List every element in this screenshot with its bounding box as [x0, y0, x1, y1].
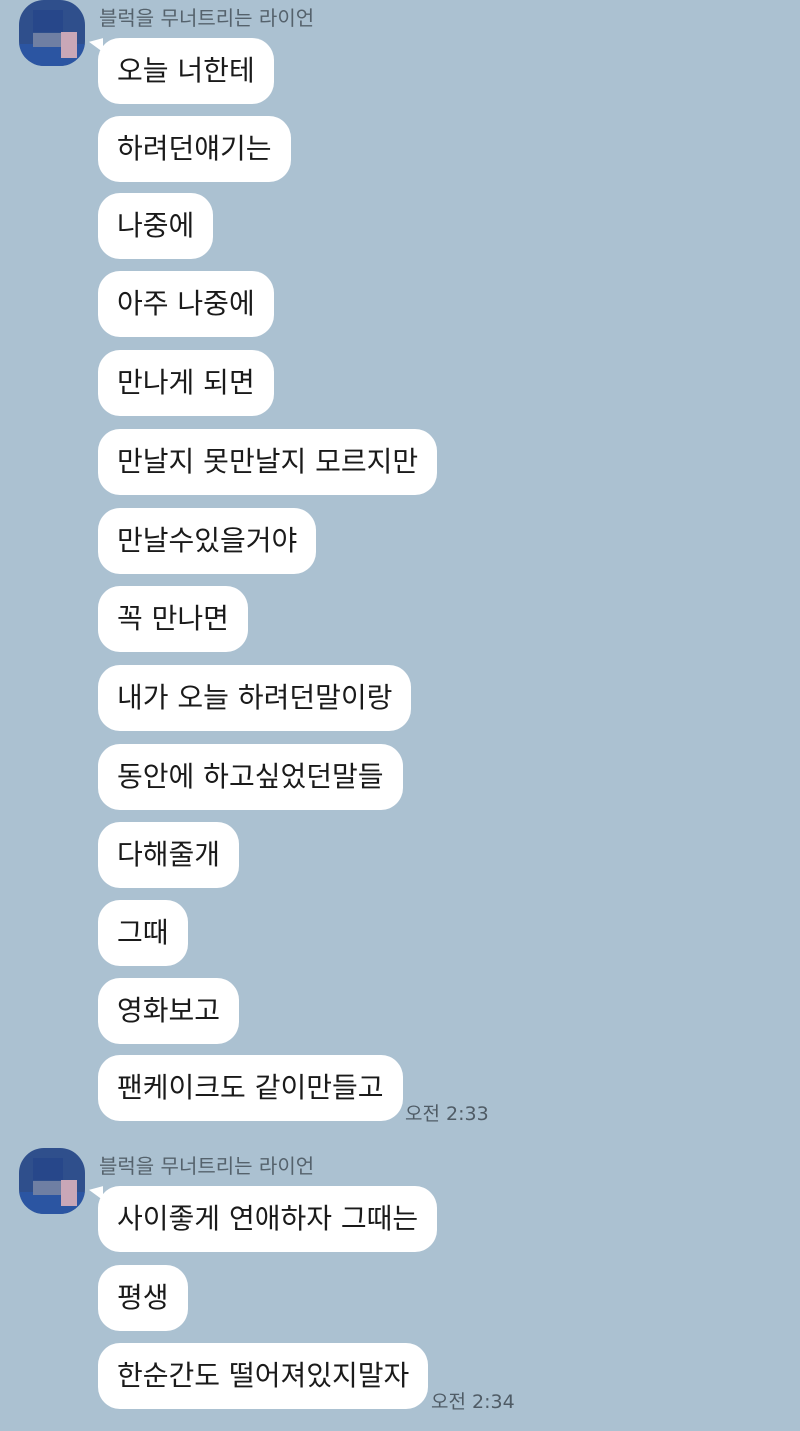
message-bubble[interactable]: 내가 오늘 하려던말이랑: [98, 665, 412, 731]
message-bubble[interactable]: 영화보고: [98, 978, 240, 1044]
sender-avatar[interactable]: [19, 0, 85, 66]
sender-name: 블럭을 무너트리는 라이언: [99, 1154, 315, 1178]
message-bubble[interactable]: 꼭 만나면: [98, 586, 248, 652]
message-bubble[interactable]: 팬케이크도 같이만들고: [98, 1055, 403, 1121]
message-bubble[interactable]: 사이좋게 연애하자 그때는: [98, 1186, 438, 1252]
sender-name: 블럭을 무너트리는 라이언: [99, 6, 315, 30]
message-bubble[interactable]: 그때: [98, 900, 188, 966]
message-bubble[interactable]: 만날지 못만날지 모르지만: [98, 429, 438, 495]
message-bubble[interactable]: 만날수있을거야: [98, 508, 317, 574]
message-bubble[interactable]: 나중에: [98, 193, 214, 259]
message-timestamp: 오전 2:34: [431, 1391, 515, 1413]
message-bubble[interactable]: 평생: [98, 1265, 188, 1331]
message-bubble[interactable]: 아주 나중에: [98, 271, 274, 337]
message-bubble[interactable]: 동안에 하고싶었던말들: [98, 744, 403, 810]
message-timestamp: 오전 2:33: [405, 1103, 489, 1125]
message-bubble[interactable]: 한순간도 떨어져있지말자: [98, 1343, 429, 1409]
message-bubble[interactable]: 다해줄개: [98, 822, 240, 888]
message-bubble[interactable]: 오늘 너한테: [98, 38, 274, 104]
message-bubble[interactable]: 하려던얘기는: [98, 116, 291, 182]
sender-avatar[interactable]: [19, 1148, 85, 1214]
message-bubble[interactable]: 만나게 되면: [98, 350, 274, 416]
